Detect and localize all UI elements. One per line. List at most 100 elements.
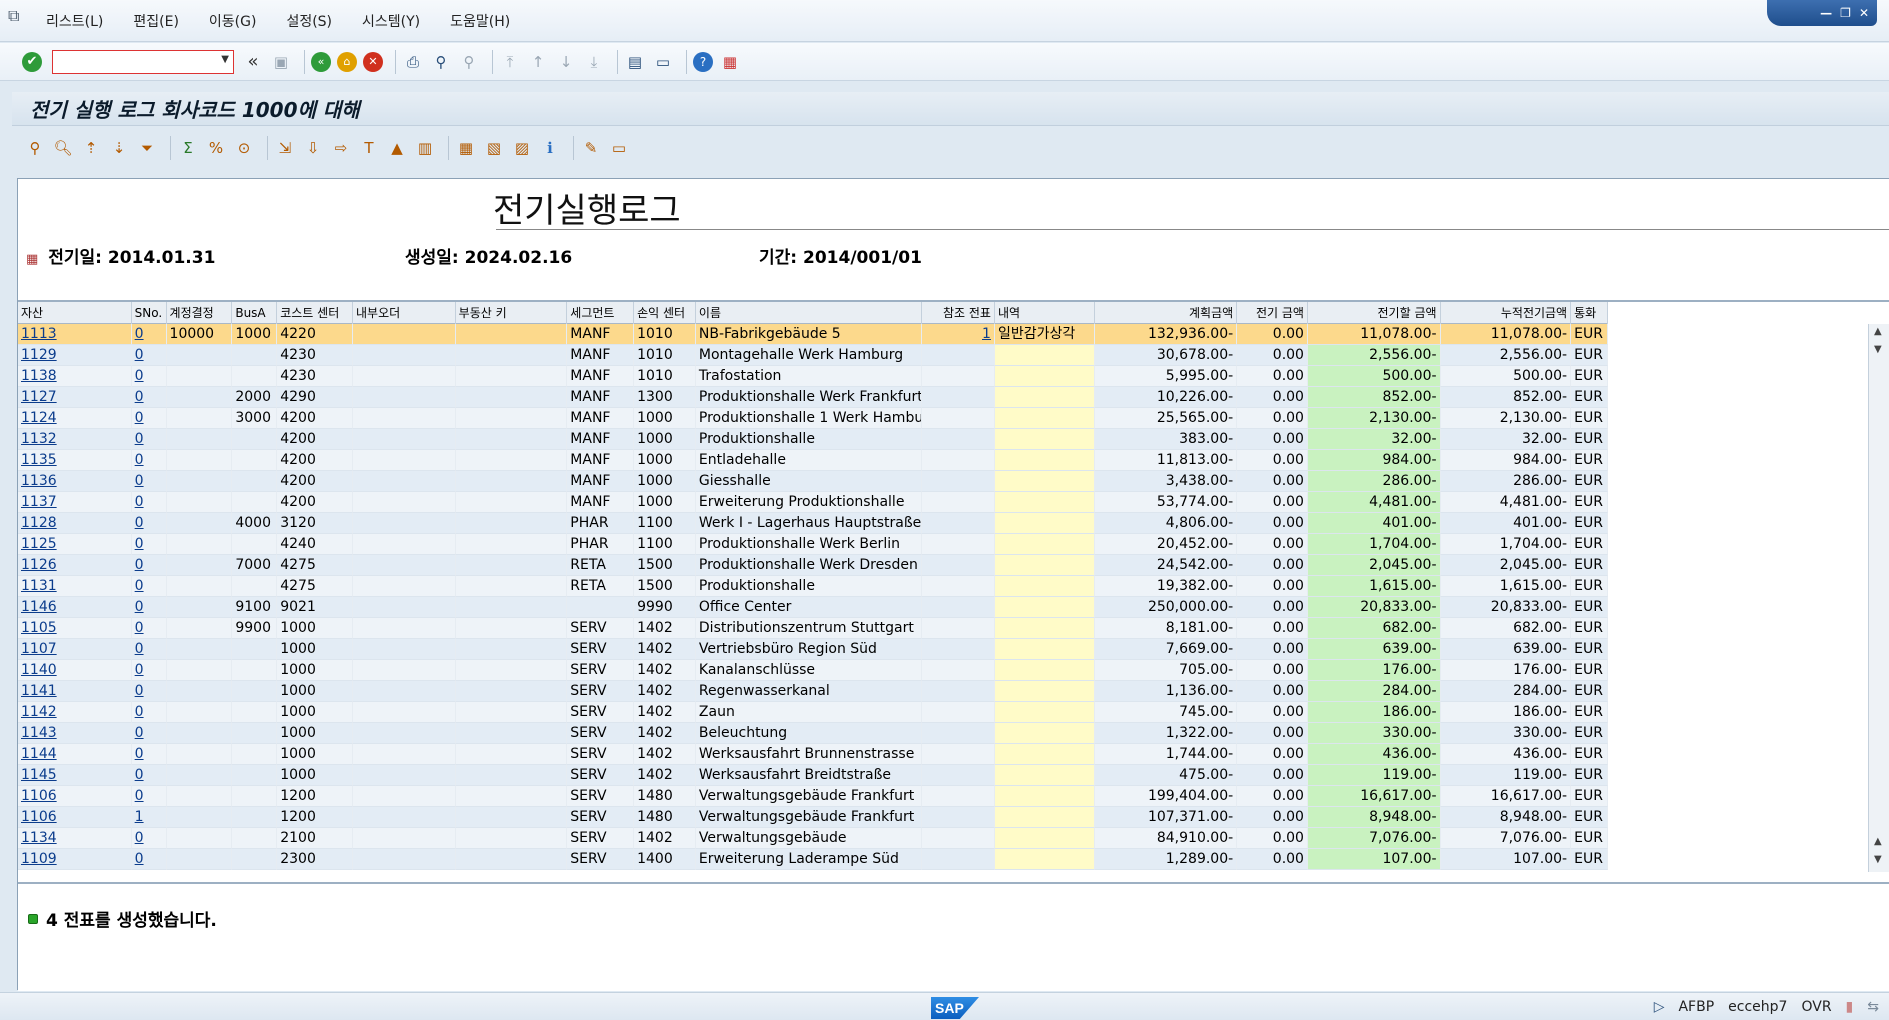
asset-link[interactable]: 1141	[21, 683, 57, 699]
sum-icon[interactable]: Σ	[177, 137, 199, 159]
subnumber-link[interactable]: 0	[135, 389, 144, 405]
page-down-icon[interactable]: ▼	[1874, 854, 1882, 865]
column-header[interactable]: BusA	[232, 302, 278, 324]
asset-link[interactable]: 1125	[21, 536, 57, 552]
table-row[interactable]: 1146 0 9100 9021 9990 Office Center 250,000.00…	[18, 597, 1608, 618]
scroll-down-icon[interactable]: ▼	[1874, 344, 1882, 355]
table-cell[interactable]: 0	[131, 786, 167, 807]
subnumber-link[interactable]: 0	[135, 704, 144, 720]
print-icon[interactable]: ⎙	[402, 51, 424, 73]
column-header[interactable]: SNo.	[132, 302, 167, 324]
chevron-down-icon[interactable]: ▼	[221, 54, 229, 65]
transaction-code[interactable]: AFBP	[1678, 999, 1714, 1015]
graphic-icon[interactable]: ▲	[386, 137, 408, 159]
table-cell[interactable]: 1128	[18, 513, 132, 534]
subnumber-link[interactable]: 0	[135, 473, 144, 489]
table-cell[interactable]: 1142	[18, 702, 132, 723]
menu-settings[interactable]: 설정(S)	[286, 11, 332, 31]
table-row[interactable]: 1107 0 1000 SERV 1402 Vertriebsbüro Region Sü…	[18, 639, 1608, 660]
table-row[interactable]: 1127 0 2000 4290 MANF 1300 Produktionshalle We…	[18, 387, 1608, 408]
table-cell[interactable]: 0	[131, 471, 167, 492]
asset-link[interactable]: 1142	[21, 704, 57, 720]
table-row[interactable]: 1136 0 4200 MANF 1000 Giesshalle 3,438.00- 0.00…	[18, 471, 1608, 492]
save-layout-icon[interactable]: ▨	[511, 137, 533, 159]
table-row[interactable]: 1138 0 4230 MANF 1010 Trafostation 5,995.00- 0.…	[18, 366, 1608, 387]
table-cell[interactable]: 1105	[18, 618, 132, 639]
subnumber-link[interactable]: 0	[135, 620, 144, 636]
table-cell[interactable]: 1135	[18, 450, 132, 471]
subnumber-link[interactable]: 0	[135, 662, 144, 678]
column-header[interactable]: 통화	[1571, 302, 1608, 324]
table-row[interactable]: 1144 0 1000 SERV 1402 Werksausfahrt Brunnenst…	[18, 744, 1608, 765]
first-page-icon[interactable]: ⤒	[499, 51, 521, 73]
table-cell[interactable]: 0	[131, 534, 167, 555]
table-row[interactable]: 1142 0 1000 SERV 1402 Zaun 745.00- 0.00 186.00- 1…	[18, 702, 1608, 723]
asset-link[interactable]: 1136	[21, 473, 57, 489]
table-cell[interactable]: 0	[131, 597, 167, 618]
column-header[interactable]: 부동산 키	[456, 302, 568, 324]
subnumber-link[interactable]: 1	[135, 809, 144, 825]
asset-link[interactable]: 1106	[21, 809, 57, 825]
table-cell[interactable]: 0	[131, 345, 167, 366]
column-header[interactable]: 코스트 센터	[277, 302, 353, 324]
column-header[interactable]: 내역	[995, 302, 1095, 324]
table-row[interactable]: 1131 0 4275 RETA 1500 Produktionshalle 19,382.…	[18, 576, 1608, 597]
play-icon[interactable]: ▷	[1654, 999, 1665, 1015]
subnumber-link[interactable]: 0	[135, 452, 144, 468]
table-cell[interactable]: 1132	[18, 429, 132, 450]
app-menu-icon[interactable]: ⧉	[8, 6, 30, 25]
monitor-icon[interactable]: ▭	[608, 137, 630, 159]
asset-link[interactable]: 1135	[21, 452, 57, 468]
table-cell[interactable]: 1138	[18, 366, 132, 387]
table-cell[interactable]: 1136	[18, 471, 132, 492]
table-cell[interactable]: 1127	[18, 387, 132, 408]
asset-link[interactable]: 1105	[21, 620, 57, 636]
column-header[interactable]: 이름	[696, 302, 923, 324]
table-cell[interactable]: 0	[131, 660, 167, 681]
save-icon[interactable]: ▣	[270, 51, 292, 73]
table-cell[interactable]: 1124	[18, 408, 132, 429]
table-cell[interactable]: 0	[131, 849, 167, 870]
column-header[interactable]: 전기할 금액	[1308, 302, 1441, 324]
table-row[interactable]: 1140 0 1000 SERV 1402 Kanalanschlüsse 705.00- 0…	[18, 660, 1608, 681]
table-row[interactable]: 1132 0 4200 MANF 1000 Produktionshalle 383.00-…	[18, 429, 1608, 450]
exit-icon[interactable]: ⌂	[337, 51, 357, 72]
asset-link[interactable]: 1137	[21, 494, 57, 510]
table-row[interactable]: 1125 0 4240 PHAR 1100 Produktionshalle Werk B…	[18, 534, 1608, 555]
asset-link[interactable]: 1106	[21, 788, 57, 804]
prev-page-icon[interactable]: ↑	[527, 51, 549, 73]
subnumber-link[interactable]: 0	[135, 599, 144, 615]
table-cell[interactable]: 1131	[18, 576, 132, 597]
table-row[interactable]: 1135 0 4200 MANF 1000 Entladehalle 11,813.00- 0…	[18, 450, 1608, 471]
column-header[interactable]: 자산	[18, 302, 132, 324]
table-cell[interactable]: 0	[131, 744, 167, 765]
restore-icon[interactable]: ❐	[1840, 6, 1851, 20]
table-row[interactable]: 1143 0 1000 SERV 1402 Beleuchtung 1,322.00- 0.0…	[18, 723, 1608, 744]
subnumber-link[interactable]: 0	[135, 515, 144, 531]
subnumber-link[interactable]: 0	[135, 326, 144, 342]
subnumber-link[interactable]: 0	[135, 746, 144, 762]
asset-link[interactable]: 1124	[21, 410, 57, 426]
find-icon[interactable]: ⚲	[430, 51, 452, 73]
table-row[interactable]: 1128 0 4000 3120 PHAR 1100 Werk I - Lagerhaus …	[18, 513, 1608, 534]
asset-link[interactable]: 1131	[21, 578, 57, 594]
find-next-icon[interactable]: ⚲	[458, 51, 480, 73]
help-icon[interactable]: ?	[693, 51, 713, 72]
table-row[interactable]: 1113 0 10000 1000 4220 MANF 1010 NB-Fabrikgebäu…	[18, 324, 1608, 345]
last-page-icon[interactable]: ⤓	[583, 51, 605, 73]
table-row[interactable]: 1134 0 2100 SERV 1402 Verwaltungsgebäude 84,91…	[18, 828, 1608, 849]
zoom-icon[interactable]: 🔍︎	[52, 137, 74, 159]
column-header[interactable]: 참조 전표	[922, 302, 995, 324]
menu-goto[interactable]: 이동(G)	[209, 11, 257, 31]
table-cell[interactable]: 0	[131, 723, 167, 744]
table-cell[interactable]: 1113	[18, 324, 132, 345]
shortcut-icon[interactable]: ▭	[652, 51, 674, 73]
subnumber-link[interactable]: 0	[135, 536, 144, 552]
table-cell[interactable]: 1144	[18, 744, 132, 765]
asset-link[interactable]: 1145	[21, 767, 57, 783]
filter-icon[interactable]: ⏷	[136, 137, 158, 159]
table-cell[interactable]: 0	[131, 408, 167, 429]
asset-link[interactable]: 1109	[21, 851, 57, 867]
scroll-up-icon[interactable]: ▲	[1874, 326, 1882, 337]
table-cell[interactable]: 0	[131, 492, 167, 513]
